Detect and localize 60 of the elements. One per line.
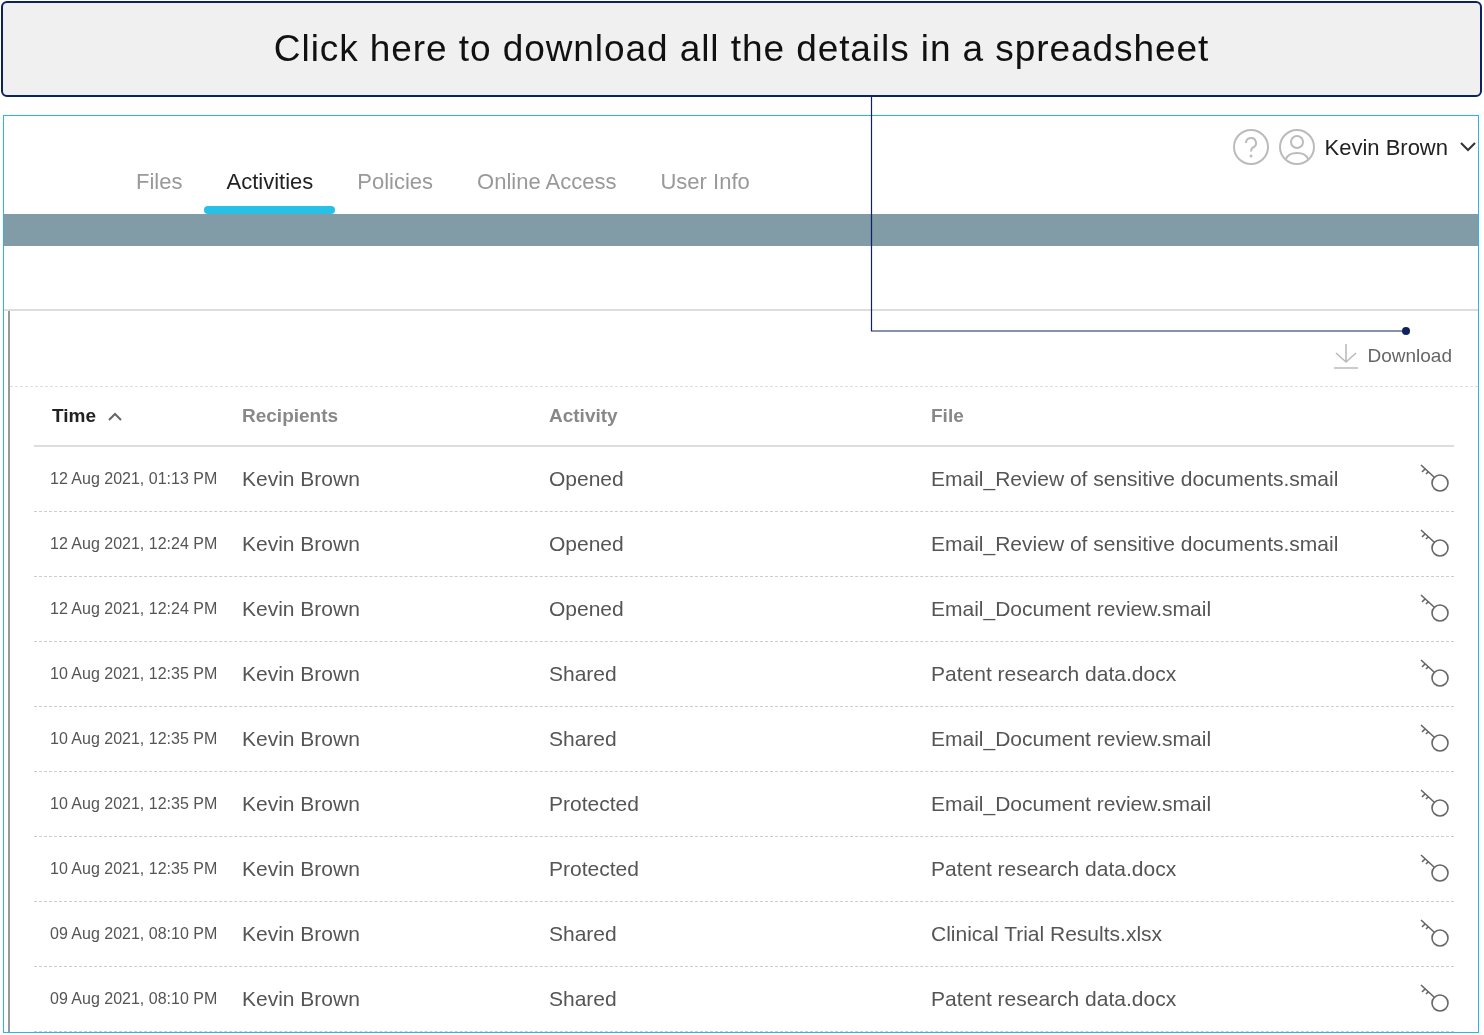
key-icon[interactable] [1418, 853, 1452, 885]
table-cell: 10 Aug 2021, 12:35 PM [50, 665, 218, 682]
chevron-down-icon [1460, 142, 1476, 152]
column-header[interactable]: File [931, 401, 964, 431]
tab[interactable]: Online Access [455, 165, 639, 214]
download-button[interactable]: Download [1331, 341, 1452, 370]
table-cell: Kevin Brown [242, 857, 360, 881]
table-cell: Kevin Brown [242, 727, 360, 751]
key-icon[interactable] [1418, 463, 1452, 495]
key-icon[interactable] [1418, 528, 1452, 560]
table-cell: Opened [549, 597, 624, 621]
table-cell: Shared [549, 922, 617, 946]
table-cell: 09 Aug 2021, 08:10 PM [50, 990, 218, 1007]
table-cell: Opened [549, 467, 624, 491]
table-cell: Protected [549, 792, 639, 816]
table-cell: Kevin Brown [242, 662, 360, 686]
table-cell: Kevin Brown [242, 922, 360, 946]
table-cell-text: Patent research data.docx [931, 661, 1177, 688]
column-header[interactable]: Time [52, 401, 96, 431]
key-icon[interactable] [1418, 658, 1452, 690]
table-cell-text: Patent research data.docx [931, 986, 1177, 1013]
table-cell-text: Email_Document review.smail [931, 726, 1212, 753]
table-cell-text: Email_Document review.smail [931, 791, 1212, 818]
table-cell: Kevin Brown [242, 467, 360, 491]
callout-banner: Click here to download all the details in a spreadsheet [1, 1, 1482, 97]
table-cell-text: Email_Review of sensitive documents.smail [931, 531, 1339, 558]
table-cell: 12 Aug 2021, 01:13 PM [50, 470, 218, 487]
table-cell: 12 Aug 2021, 12:24 PM [50, 535, 218, 552]
key-icon[interactable] [1418, 593, 1452, 625]
table-cell-text: Clinical Trial Results.xlsx [931, 921, 1163, 948]
tab[interactable]: Activities [204, 165, 336, 214]
user-menu[interactable]: Kevin Brown [1324, 130, 1476, 164]
tab[interactable]: Policies [335, 165, 456, 214]
table-cell: 10 Aug 2021, 12:35 PM [50, 860, 218, 877]
table-cell-text: Email_Document review.smail [931, 596, 1212, 623]
key-icon[interactable] [1418, 983, 1452, 1015]
table-cell-text: Patent research data.docx [931, 856, 1177, 883]
table-cell: 12 Aug 2021, 12:24 PM [50, 600, 218, 617]
key-icon[interactable] [1418, 723, 1452, 755]
key-icon[interactable] [1418, 788, 1452, 820]
tab[interactable]: User Info [638, 165, 772, 214]
column-header[interactable]: Activity [549, 401, 618, 431]
download-icon [1331, 341, 1360, 370]
column-header[interactable]: Recipients [242, 401, 339, 431]
table-cell: Shared [549, 987, 617, 1011]
table-cell: 10 Aug 2021, 12:35 PM [50, 730, 218, 747]
sort-ascending-icon[interactable] [108, 411, 122, 421]
table-cell: Shared [549, 727, 617, 751]
tab[interactable]: Files [114, 165, 205, 214]
table-cell: Opened [549, 532, 624, 556]
table-cell: Kevin Brown [242, 792, 360, 816]
table-cell: Kevin Brown [242, 987, 360, 1011]
table-cell: Protected [549, 857, 639, 881]
table-cell: Shared [549, 662, 617, 686]
table-cell: Kevin Brown [242, 597, 360, 621]
key-icon[interactable] [1418, 918, 1452, 950]
table-cell: 10 Aug 2021, 12:35 PM [50, 795, 218, 812]
table-cell: Kevin Brown [242, 532, 360, 556]
table-cell: 09 Aug 2021, 08:10 PM [50, 925, 218, 942]
table-cell-text: Email_Review of sensitive documents.smail [931, 466, 1339, 493]
